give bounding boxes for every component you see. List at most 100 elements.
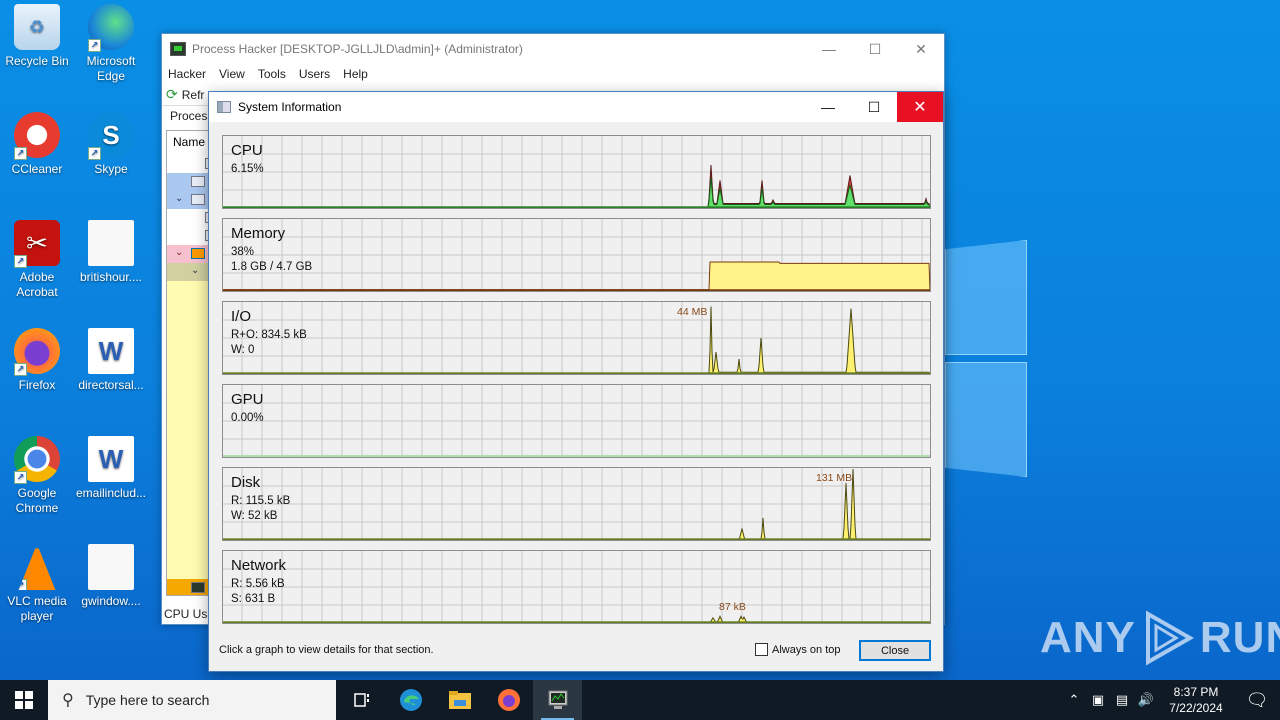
- memory-graph[interactable]: Memory 38% 1.8 GB / 4.7 GB: [222, 218, 931, 292]
- memory-graph-title: Memory: [231, 225, 286, 242]
- desktop-icon-label: Firefox: [18, 378, 56, 392]
- tab-processes[interactable]: Process: [170, 109, 213, 123]
- always-on-top-checkbox[interactable]: Always on top: [755, 643, 840, 656]
- task-view-button[interactable]: [337, 680, 386, 720]
- taskbar-edge-button[interactable]: [386, 680, 435, 720]
- memory-usage-area: [223, 261, 930, 291]
- chrome-icon: ↗: [14, 436, 60, 484]
- word-doc-icon: W: [88, 436, 134, 482]
- clock[interactable]: 8:37 PM 7/22/2024: [1158, 684, 1234, 716]
- disk-read-value: R: 115.5 kB: [231, 495, 291, 507]
- desktop-icon-firefox[interactable]: ↗ Firefox: [0, 328, 74, 393]
- io-graph-title: I/O: [231, 308, 252, 325]
- network-icon[interactable]: ▤: [1110, 692, 1134, 708]
- desktop-icon-label: directorsal...: [78, 378, 144, 392]
- disk-peak-label: 131 MB: [816, 472, 853, 484]
- cpu-graph-plot: [223, 136, 930, 208]
- show-hidden-icons-chevron-icon[interactable]: ⌃: [1062, 692, 1086, 708]
- meet-now-icon[interactable]: ▣: [1086, 692, 1110, 708]
- shortcut-arrow-icon: ↗: [14, 255, 27, 268]
- process-hacker-titlebar[interactable]: Process Hacker [DESKTOP-JGLLJLD\admin]+ …: [162, 34, 944, 64]
- gpu-graph[interactable]: GPU 0.00%: [222, 384, 931, 458]
- system-information-dialog[interactable]: System Information — ☐ ✕ CPU 6.15% Memor…: [208, 91, 944, 672]
- menu-help[interactable]: Help: [343, 67, 368, 81]
- search-placeholder: Type here to search: [85, 692, 210, 708]
- minimize-button[interactable]: —: [805, 92, 851, 122]
- gpu-graph-title: GPU: [231, 391, 264, 408]
- desktop-icon-recycle-bin[interactable]: ♻ Recycle Bin: [0, 4, 74, 69]
- firefox-icon: [497, 689, 520, 711]
- shortcut-arrow-icon: ↗: [18, 579, 27, 590]
- refresh-button[interactable]: Refr: [182, 88, 205, 102]
- desktop-icon-google-chrome[interactable]: ↗ Google Chrome: [0, 436, 74, 516]
- recycle-bin-icon: ♻: [14, 4, 60, 50]
- taskbar-process-hacker-button[interactable]: [533, 680, 582, 720]
- task-view-icon: [353, 693, 369, 707]
- system-information-icon: [217, 101, 231, 113]
- volume-icon[interactable]: 🔊: [1134, 692, 1158, 708]
- clock-time: 8:37 PM: [1173, 685, 1219, 699]
- edge-icon: ↗: [88, 4, 134, 52]
- close-dialog-button[interactable]: Close: [859, 640, 931, 661]
- desktop-icon-directorsal[interactable]: Wdirectorsal...: [74, 328, 148, 393]
- memory-usage-value: 1.8 GB / 4.7 GB: [231, 261, 313, 273]
- cpu-usage-value: 6.15%: [231, 163, 264, 175]
- io-graph-plot: [223, 302, 930, 374]
- menu-users[interactable]: Users: [299, 67, 330, 81]
- io-read-other-value: R+O: 834.5 kB: [231, 329, 307, 341]
- folder-icon: [448, 691, 471, 709]
- desktop-icon-ccleaner[interactable]: ↗ CCleaner: [0, 112, 74, 177]
- notification-center-icon[interactable]: 🗨: [1234, 690, 1280, 711]
- menu-view[interactable]: View: [219, 67, 245, 81]
- checkbox-box[interactable]: [755, 643, 768, 656]
- desktop-icon-adobe-acrobat[interactable]: ✂ ↗ Adobe Acrobat: [0, 220, 74, 300]
- search-icon: ⚲: [62, 692, 74, 709]
- memory-graph-plot: [223, 219, 930, 291]
- skype-icon: S ↗: [88, 112, 134, 160]
- menu-hacker[interactable]: Hacker: [168, 67, 206, 81]
- desktop-icon-label: Microsoft Edge: [86, 54, 136, 83]
- maximize-button[interactable]: ☐: [852, 41, 898, 58]
- taskbar-search-box[interactable]: ⚲ Type here to search: [48, 680, 336, 720]
- taskbar-file-explorer-button[interactable]: [435, 680, 484, 720]
- desktop-icon-skype[interactable]: S ↗ Skype: [74, 112, 148, 177]
- gpu-usage-value: 0.00%: [231, 412, 264, 424]
- word-doc-icon: W: [88, 328, 134, 374]
- shortcut-arrow-icon: ↗: [14, 471, 27, 484]
- disk-graph[interactable]: Disk R: 115.5 kB W: 52 kB 131 MB: [222, 467, 931, 541]
- io-peak-label: 44 MB: [677, 306, 708, 318]
- system-information-title: System Information: [238, 100, 342, 114]
- network-graph-plot: [223, 551, 930, 623]
- shortcut-arrow-icon: ↗: [88, 147, 101, 160]
- maximize-button[interactable]: ☐: [851, 92, 897, 122]
- desktop-icon-gwindow[interactable]: gwindow....: [74, 544, 148, 609]
- always-on-top-label: Always on top: [772, 643, 841, 656]
- start-button[interactable]: [0, 680, 48, 720]
- minimize-button[interactable]: —: [806, 41, 852, 58]
- desktop-icon-label: gwindow....: [81, 594, 141, 608]
- desktop-icon-label: britishour....: [79, 270, 143, 284]
- desktop-icon-microsoft-edge[interactable]: ↗ Microsoft Edge: [74, 4, 148, 84]
- io-write-value: W: 0: [231, 344, 255, 356]
- vlc-icon: ↗: [18, 544, 56, 590]
- desktop-icon-vlc-media-player[interactable]: ↗ VLC media player: [0, 544, 74, 624]
- cpu-graph-title: CPU: [231, 142, 263, 159]
- gpu-graph-plot: [223, 385, 930, 457]
- desktop-icon-emailinclud[interactable]: Wemailinclud...: [74, 436, 148, 501]
- cpu-graph[interactable]: CPU 6.15%: [222, 135, 931, 209]
- desktop-icon-britishour[interactable]: britishour....: [74, 220, 148, 285]
- windows-start-icon: [15, 691, 33, 709]
- shortcut-arrow-icon: ↗: [88, 39, 101, 52]
- close-button[interactable]: ✕: [898, 41, 944, 58]
- system-information-titlebar[interactable]: System Information — ☐ ✕: [209, 92, 943, 122]
- disk-write-value: W: 52 kB: [231, 510, 278, 522]
- io-activity-area: [223, 306, 930, 374]
- clock-date: 7/22/2024: [1169, 701, 1223, 715]
- taskbar-firefox-button[interactable]: [484, 680, 533, 720]
- close-button[interactable]: ✕: [897, 92, 943, 122]
- anyrun-watermark: ANY RUN: [1040, 608, 1280, 668]
- refresh-icon: ⟳: [166, 86, 178, 102]
- io-graph[interactable]: I/O R+O: 834.5 kB W: 0 44 MB: [222, 301, 931, 375]
- network-graph[interactable]: Network R: 5.56 kB S: 631 B 87 kB: [222, 550, 931, 624]
- menu-tools[interactable]: Tools: [258, 67, 286, 81]
